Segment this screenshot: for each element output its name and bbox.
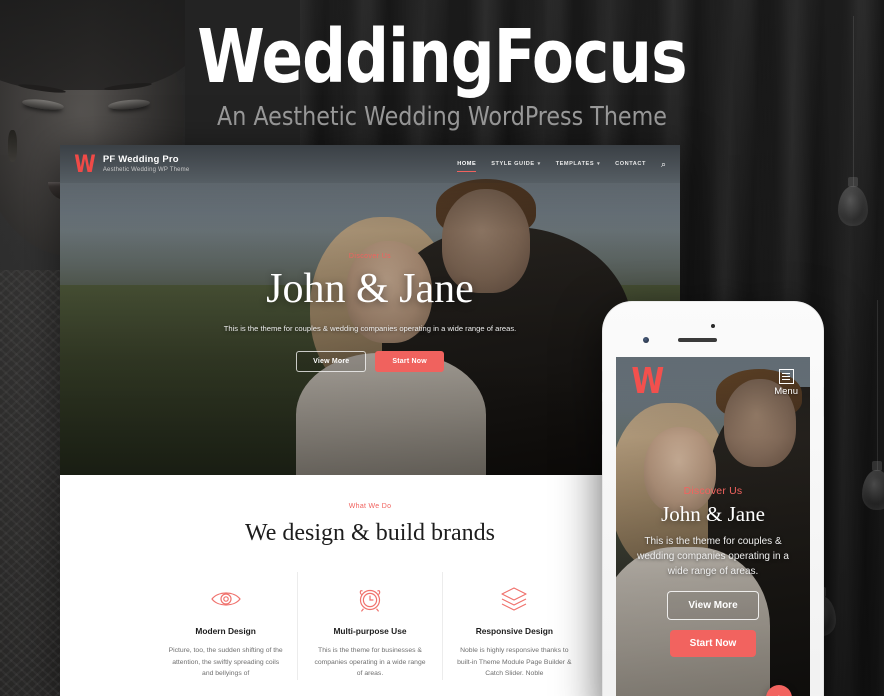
section-title: We design & build brands [244,520,496,546]
phone-topbar: W Menu [616,357,810,400]
phone-sensor-icon [643,337,649,343]
phone-hero-content: Discover Us John & Jane This is the them… [616,485,810,657]
hero-buttons: View More Start Now [60,351,680,372]
what-we-do-section: What We Do We design & build brands Mode… [60,475,680,696]
site-logo[interactable]: W PF Wedding Pro Aesthetic Wedding WP Th… [73,152,189,176]
feature-description: Picture, too, the sudden shifting of the… [168,647,283,677]
phone-view-more-button[interactable]: View More [667,591,759,620]
feature-card: Modern Design Picture, too, the sudden s… [154,572,299,680]
phone-screen: W Menu Discover Us John & Jane This is t… [616,357,810,696]
hamburger-icon [778,369,794,384]
view-more-button[interactable]: View More [296,351,367,372]
feature-description: This is the theme for businesses & compa… [314,647,426,677]
feature-title: Responsive Design [475,626,553,636]
title-block: WeddingFocus An Aesthetic Wedding WordPr… [0,14,884,134]
logo-tagline: Aesthetic Wedding WP Theme [102,166,190,173]
hero-description: This is the theme for couples & wedding … [223,324,517,333]
phone-hero-description: This is the theme for couples & wedding … [637,536,789,577]
feature-title: Multi-purpose Use [333,626,407,636]
logo-name: PF Wedding Pro [102,154,179,166]
hero-eyebrow: Discover Us [348,253,392,260]
phone-camera-icon [711,324,715,328]
alarm-clock-icon [311,582,428,616]
phone-speaker-icon [678,338,717,342]
phone-hero-buttons: View More Start Now [616,591,810,657]
page-subtitle: An Aesthetic Wedding WordPress Theme [217,102,667,132]
nav-item-label: TEMPLATES [555,161,595,167]
phone-hero-title: John & Jane [661,502,765,526]
start-now-button[interactable]: Start Now [375,351,444,372]
hero-title: John & Jane [266,266,474,312]
chevron-down-icon: ▾ [597,161,601,167]
nav-item-label: HOME [457,161,477,167]
nav-item-label: CONTACT [615,161,646,167]
feature-title: Modern Design [195,626,256,636]
mobile-menu-label: Menu [774,386,798,397]
eye-icon [167,582,284,616]
feature-description: Noble is highly responsive thanks to bui… [457,647,572,677]
nav-item-templates[interactable]: TEMPLATES ▾ [556,161,600,167]
desktop-preview-mockup: W PF Wedding Pro Aesthetic Wedding WP Th… [60,145,680,696]
phone-start-now-button[interactable]: Start Now [669,630,757,657]
nav-item-contact[interactable]: CONTACT [615,161,646,167]
search-icon[interactable]: ⌕ [661,159,666,169]
layers-icon [456,582,573,616]
feature-card: Multi-purpose Use This is the theme for … [298,572,443,680]
hero-banner: W PF Wedding Pro Aesthetic Wedding WP Th… [60,145,680,475]
site-navbar: W PF Wedding Pro Aesthetic Wedding WP Th… [60,145,680,183]
mobile-menu-button[interactable]: Menu [774,365,798,397]
feature-list: Modern Design Picture, too, the sudden s… [60,572,680,680]
nav-menu: HOME STYLE GUIDE ▾ TEMPLATES ▾ CONTACT ⌕ [457,159,666,172]
feature-card: Responsive Design Noble is highly respon… [443,572,586,680]
phone-hero-eyebrow: Discover Us [683,485,743,497]
mobile-preview-mockup: W Menu Discover Us John & Jane This is t… [602,301,824,696]
section-eyebrow: What We Do [348,503,392,510]
chevron-down-icon: ▾ [537,161,541,167]
phone-logo-mark-icon[interactable]: W [631,364,664,400]
nav-item-label: STYLE GUIDE [491,161,535,167]
page-title: WeddingFocus [197,14,687,100]
logo-mark-icon: W [74,150,96,178]
nav-item-home[interactable]: HOME [457,161,477,172]
nav-item-style-guide[interactable]: STYLE GUIDE ▾ [491,161,540,167]
